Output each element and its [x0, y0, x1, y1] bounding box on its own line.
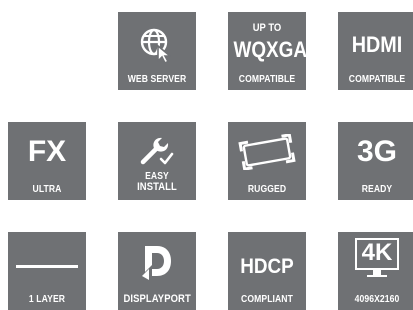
displayport-logo-icon: [118, 242, 196, 280]
tile-caption: ULTRA: [32, 184, 62, 195]
tile-caption: RUGGED: [247, 184, 287, 195]
4k-tile: 4K 4096X2160: [338, 232, 413, 310]
1-layer-tile: 1 LAYER: [8, 232, 86, 310]
rugged-frame-icon: [228, 134, 306, 170]
4k-monitor-icon: 4K: [338, 238, 413, 280]
caption-line-2: INSTALL: [137, 181, 177, 193]
tile-caption: DISPLAYPORT: [123, 293, 191, 305]
3g-ready-tile: 3G READY: [338, 122, 413, 200]
wrench-check-icon: [118, 132, 196, 166]
displayport-tile: DISPLAYPORT: [118, 232, 196, 310]
fx-ultra-tile: FX ULTRA: [8, 122, 86, 200]
tile-caption: 4096X2160: [354, 294, 400, 305]
4k-label: 4K: [361, 239, 393, 266]
tile-pre-label: UP TO: [252, 22, 282, 34]
tile-caption: READY: [361, 184, 393, 195]
rugged-tile: RUGGED: [228, 122, 306, 200]
tile-caption: COMPATIBLE: [348, 74, 406, 85]
web-server-tile: WEB SERVER: [118, 12, 196, 90]
tile-caption: 1 LAYER: [28, 294, 66, 305]
tile-caption: WEB SERVER: [127, 74, 187, 85]
tile-caption: EASY INSTALL: [123, 171, 190, 193]
tile-big-label: FX: [27, 135, 67, 168]
globe-cursor-icon: [118, 25, 196, 65]
tile-big-label: 3G: [356, 135, 398, 168]
tile-big-label: HDCP: [240, 255, 294, 278]
hdcp-tile: HDCP COMPLIANT: [228, 232, 306, 310]
tile-caption: COMPLIANT: [241, 294, 293, 305]
horizontal-line-icon: [8, 265, 86, 268]
tile-caption: COMPATIBLE: [238, 74, 296, 85]
tile-big-label: WQXGA: [233, 37, 308, 62]
easy-install-tile: EASY INSTALL: [118, 122, 196, 200]
hdmi-tile: HDMI COMPATIBLE: [338, 12, 413, 90]
tile-big-label: HDMI: [351, 32, 403, 57]
wqxga-tile: UP TO WQXGA COMPATIBLE: [228, 12, 308, 90]
